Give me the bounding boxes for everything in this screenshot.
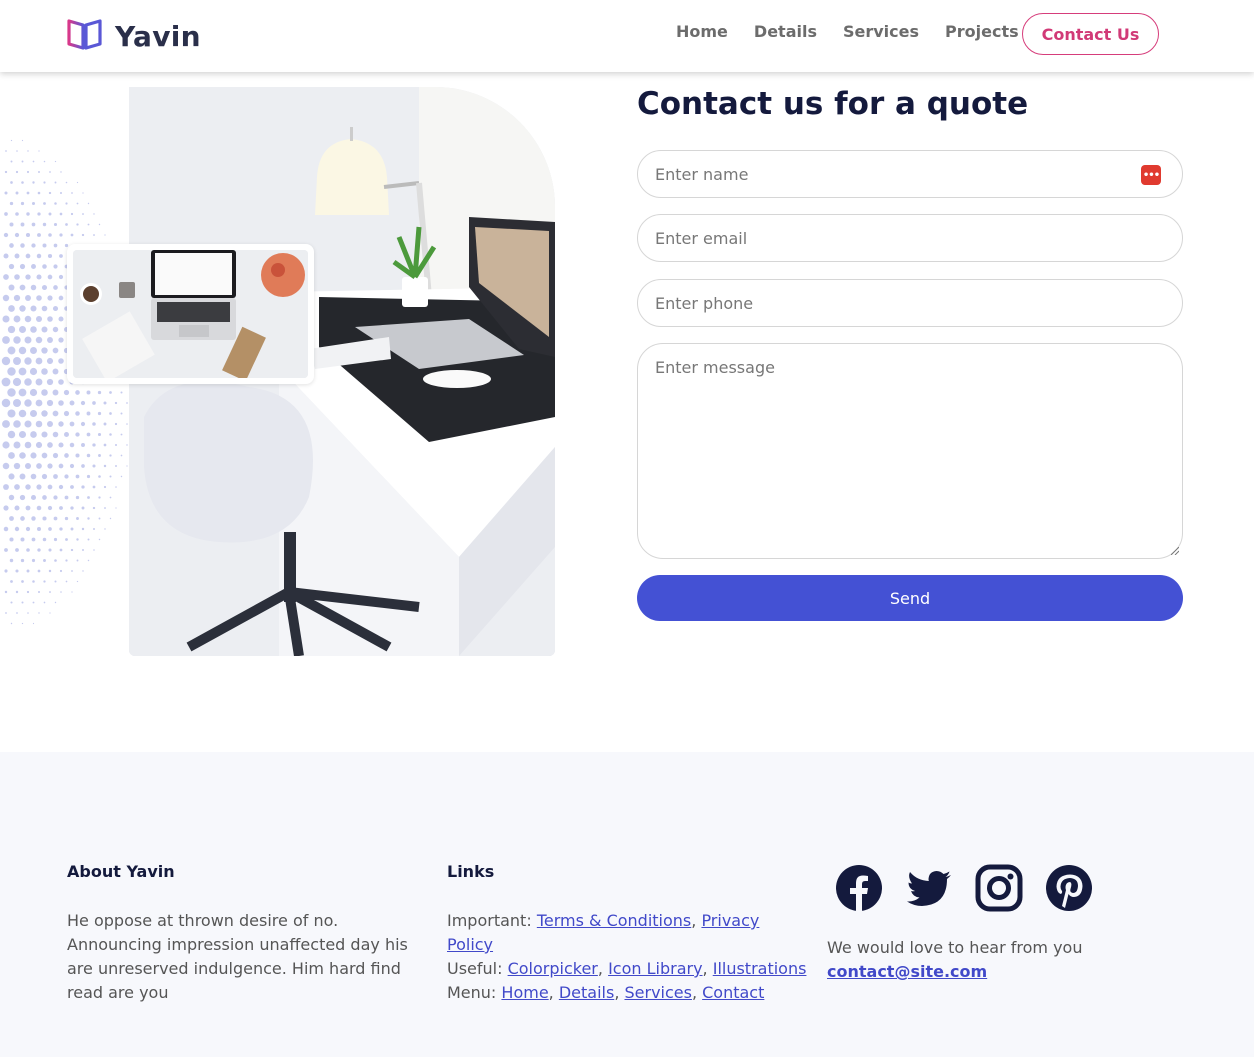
name-placeholder: Enter name — [655, 164, 749, 184]
brand-name: Yavin — [115, 19, 201, 53]
send-button[interactable]: Send — [637, 575, 1183, 621]
facebook-icon[interactable] — [835, 864, 883, 912]
footer-contact-link[interactable]: Contact — [702, 983, 764, 1002]
nav-details[interactable]: Details — [754, 22, 817, 41]
social-icons — [835, 864, 1093, 912]
footer-details-link[interactable]: Details — [559, 983, 614, 1002]
decorative-dots — [1, 139, 128, 625]
nav-services[interactable]: Services — [843, 22, 919, 41]
brand-logo[interactable]: Yavin — [66, 17, 201, 55]
main-nav: Home Details Services Projects — [676, 22, 1019, 41]
twitter-icon[interactable] — [905, 864, 953, 912]
phone-placeholder: Enter phone — [655, 293, 754, 313]
contact-invite-text: We would love to hear from you — [827, 938, 1083, 957]
links-important: Important: Terms & Conditions, Privacy P… — [447, 911, 760, 954]
password-manager-icon[interactable]: ••• — [1141, 165, 1161, 185]
email-placeholder: Enter email — [655, 228, 748, 248]
message-textarea[interactable]: Enter message — [637, 343, 1183, 559]
footer-links: Links Important: Terms & Conditions, Pri… — [447, 862, 807, 1005]
icon-library-link[interactable]: Icon Library — [608, 959, 702, 978]
nav-projects[interactable]: Projects — [945, 22, 1019, 41]
contact-us-button[interactable]: Contact Us — [1022, 13, 1159, 55]
footer-services-link[interactable]: Services — [624, 983, 691, 1002]
instagram-icon[interactable] — [975, 864, 1023, 912]
about-title: About Yavin — [67, 862, 175, 881]
links-title: Links — [447, 862, 495, 881]
site-header: Yavin Home Details Services Projects Con… — [0, 0, 1254, 72]
logo-icon — [66, 17, 103, 55]
terms-link[interactable]: Terms & Conditions — [537, 911, 691, 930]
contact-email-link[interactable]: contact@site.com — [827, 960, 987, 984]
footer-home-link[interactable]: Home — [501, 983, 548, 1002]
form-title: Contact us for a quote — [637, 86, 1029, 122]
links-useful: Useful: Colorpicker, Icon Library, Illus… — [447, 959, 807, 978]
phone-input[interactable]: Enter phone — [637, 279, 1183, 327]
important-label: Important: — [447, 911, 532, 930]
resize-handle-icon[interactable] — [1171, 547, 1179, 555]
illustrations-link[interactable]: Illustrations — [713, 959, 807, 978]
pinterest-icon[interactable] — [1045, 864, 1093, 912]
footer-about: About Yavin He oppose at thrown desire o… — [67, 862, 422, 1005]
colorpicker-link[interactable]: Colorpicker — [508, 959, 598, 978]
name-input[interactable]: Enter name ••• — [637, 150, 1183, 198]
site-footer: About Yavin He oppose at thrown desire o… — [0, 752, 1254, 1057]
menu-label: Menu: — [447, 983, 497, 1002]
about-text: He oppose at thrown desire of no. Announ… — [67, 911, 408, 1002]
nav-home[interactable]: Home — [676, 22, 728, 41]
email-input[interactable]: Enter email — [637, 214, 1183, 262]
laptop-thumbnail — [67, 244, 314, 384]
useful-label: Useful: — [447, 959, 503, 978]
links-menu: Menu: Home, Details, Services, Contact — [447, 983, 765, 1002]
message-placeholder: Enter message — [655, 358, 775, 377]
